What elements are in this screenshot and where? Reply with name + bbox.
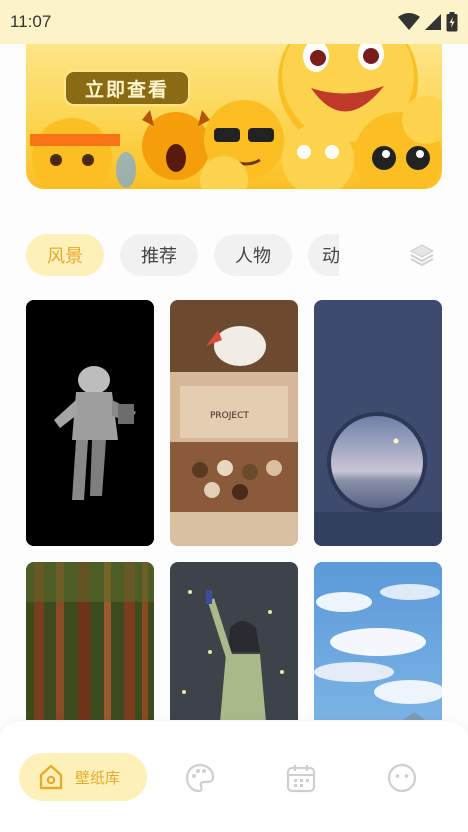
wallpaper-tile-astronaut[interactable] xyxy=(26,300,154,546)
tab-scenery[interactable]: 风景 xyxy=(26,234,104,276)
sky-image xyxy=(314,562,442,720)
svg-text:PROJECT: PROJECT xyxy=(210,411,249,421)
layers-icon[interactable] xyxy=(408,241,436,269)
status-time: 11:07 xyxy=(10,12,52,31)
status-bar: 11:07 xyxy=(0,0,468,44)
nav-wallpaper-library[interactable]: 壁纸库 xyxy=(19,753,147,801)
palette-icon[interactable] xyxy=(184,762,216,794)
tab-animated[interactable]: 动 xyxy=(308,234,339,276)
astronaut-image xyxy=(26,300,154,546)
cellular-signal-icon xyxy=(425,14,441,30)
nav-wallpaper-library-label: 壁纸库 xyxy=(75,768,121,787)
singer-image xyxy=(170,562,298,720)
porthole-image xyxy=(314,300,442,546)
wallpaper-tile-porthole[interactable] xyxy=(314,300,442,546)
wifi-icon xyxy=(398,13,420,30)
wallpaper-tile-sky[interactable] xyxy=(314,562,442,720)
snacks-image: PROJECT xyxy=(170,300,298,546)
home-icon xyxy=(39,764,63,790)
battery-icon xyxy=(446,12,458,32)
wallpaper-tile-forest[interactable] xyxy=(26,562,154,720)
wallpaper-tile-snacks[interactable]: PROJECT xyxy=(170,300,298,546)
promo-banner[interactable]: 立即查看 xyxy=(26,40,442,189)
tab-people[interactable]: 人物 xyxy=(214,234,292,276)
calendar-icon[interactable] xyxy=(285,762,317,794)
bottom-nav: 壁纸库 xyxy=(0,722,468,832)
tab-recommended[interactable]: 推荐 xyxy=(120,234,198,276)
view-now-button[interactable]: 立即查看 xyxy=(64,70,190,106)
forest-image xyxy=(26,562,154,720)
category-tabs: 风景 推荐 人物 动 xyxy=(26,234,442,276)
emoji-illustration xyxy=(30,40,442,189)
face-icon[interactable] xyxy=(386,762,418,794)
status-icons xyxy=(398,12,458,32)
wallpaper-grid: PROJECT xyxy=(26,300,442,720)
wallpaper-tile-singer[interactable] xyxy=(170,562,298,720)
